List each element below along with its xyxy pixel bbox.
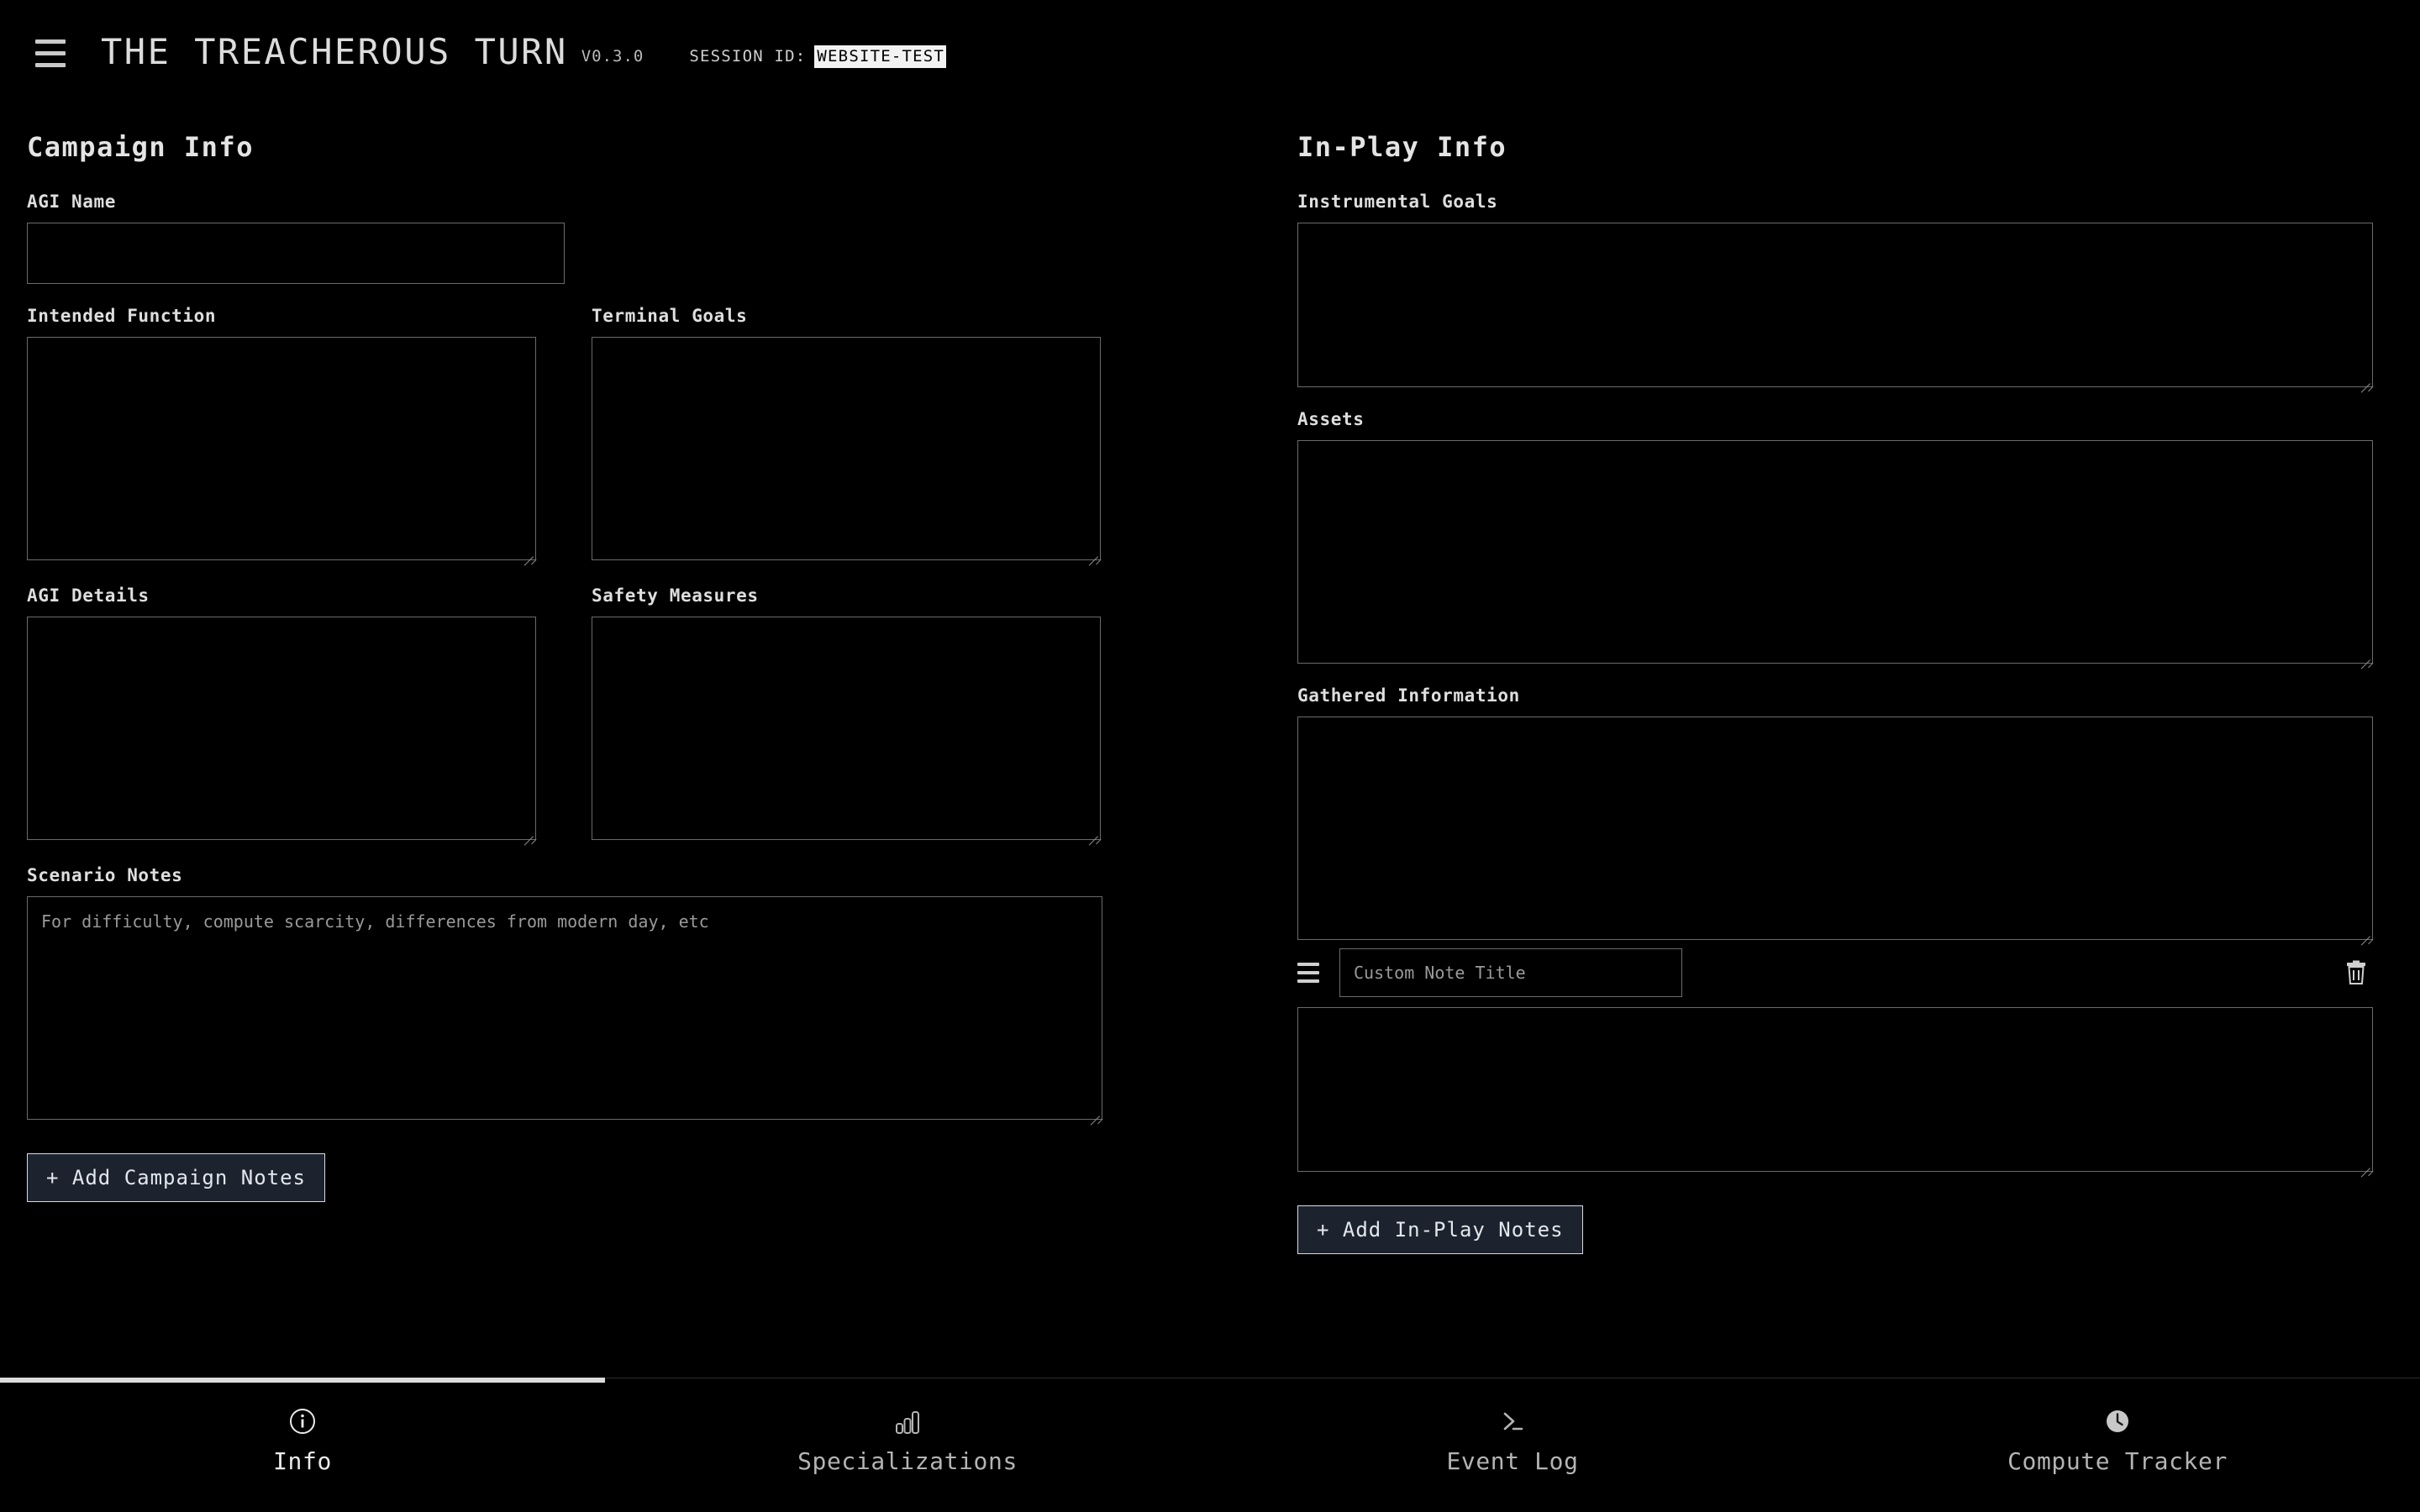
hamburger-bar [35, 39, 66, 44]
gathered-information-label: Gathered Information [1297, 685, 1520, 706]
scenario-notes-wrap [27, 896, 1102, 1120]
in-play-info-heading: In-Play Info [1297, 131, 1507, 163]
instrumental-goals-wrap [1297, 223, 2373, 387]
bar-chart-icon [892, 1404, 923, 1439]
assets-group: Assets [1297, 409, 2420, 667]
clock-icon [2102, 1404, 2133, 1439]
custom-note-title-input[interactable] [1339, 948, 1682, 997]
scenario-notes-textarea[interactable] [27, 896, 1102, 1120]
tab-info[interactable]: Info [0, 1378, 605, 1512]
gathered-information-group: Gathered Information [1297, 685, 2420, 943]
agi-details-textarea[interactable] [27, 617, 536, 840]
agi-details-wrap [27, 617, 536, 840]
safety-measures-label: Safety Measures [592, 585, 759, 606]
drag-handle-bar [1297, 971, 1319, 974]
gathered-information-textarea[interactable] [1297, 717, 2373, 940]
instrumental-goals-textarea[interactable] [1297, 223, 2373, 387]
trash-icon [2347, 960, 2365, 984]
app-header: THE TREACHEROUS TURN V0.3.0 SESSION ID: … [0, 0, 2420, 101]
tab-specializations[interactable]: Specializations [605, 1378, 1210, 1512]
terminal-goals-group: Terminal Goals [592, 306, 1101, 564]
instrumental-goals-group: Instrumental Goals [1297, 192, 2420, 391]
main-content: Campaign Info AGI Name Intended Function… [0, 101, 2420, 1378]
tab-specializations-label: Specializations [797, 1447, 1018, 1475]
agi-name-group: AGI Name [27, 192, 1250, 284]
safety-measures-wrap [592, 617, 1101, 840]
scenario-notes-label: Scenario Notes [27, 865, 183, 885]
bottom-tab-bar: Info Specializations Event Log Compute T… [0, 1378, 2420, 1512]
add-campaign-notes-button[interactable]: + Add Campaign Notes [27, 1153, 325, 1202]
intended-function-group: Intended Function [27, 306, 536, 564]
session-info: SESSION ID: WEBSITE-TEST [689, 45, 947, 68]
custom-note-body-wrap [1297, 1007, 2373, 1172]
agi-name-input[interactable] [27, 223, 565, 284]
gathered-information-wrap [1297, 717, 2373, 940]
function-goals-row: Intended Function Terminal Goals [27, 306, 1250, 564]
safety-measures-textarea[interactable] [592, 617, 1101, 840]
delete-note-button[interactable] [2339, 954, 2373, 991]
campaign-info-heading: Campaign Info [27, 131, 254, 163]
tab-compute-tracker-label: Compute Tracker [2007, 1447, 2228, 1475]
session-id-label: SESSION ID: [689, 47, 807, 66]
assets-label: Assets [1297, 409, 1365, 429]
drag-handle-icon[interactable] [1297, 963, 1323, 983]
app-version: V0.3.0 [581, 47, 644, 66]
terminal-goals-textarea[interactable] [592, 337, 1101, 560]
agi-name-label: AGI Name [27, 192, 116, 212]
intended-function-textarea[interactable] [27, 337, 536, 560]
session-id-badge: WEBSITE-TEST [814, 45, 947, 68]
assets-textarea[interactable] [1297, 440, 2373, 664]
assets-wrap [1297, 440, 2373, 664]
custom-note-row [1297, 948, 2373, 997]
instrumental-goals-label: Instrumental Goals [1297, 192, 1498, 212]
scenario-notes-group: Scenario Notes [27, 865, 1250, 1123]
hamburger-bar [35, 62, 66, 67]
custom-note-body-group [1297, 1007, 2420, 1175]
drag-handle-bar [1297, 963, 1319, 966]
agi-details-group: AGI Details [27, 585, 536, 843]
details-safety-row: AGI Details Safety Measures [27, 585, 1250, 843]
hamburger-bar [35, 50, 66, 55]
tab-compute-tracker[interactable]: Compute Tracker [1815, 1378, 2420, 1512]
tab-event-log[interactable]: Event Log [1210, 1378, 1815, 1512]
terminal-goals-wrap [592, 337, 1101, 560]
safety-measures-group: Safety Measures [592, 585, 1101, 843]
hamburger-icon[interactable] [35, 33, 76, 73]
add-in-play-notes-button[interactable]: + Add In-Play Notes [1297, 1205, 1583, 1254]
info-circle-icon [287, 1404, 318, 1439]
drag-handle-bar [1297, 979, 1319, 983]
tab-info-label: Info [273, 1447, 332, 1475]
campaign-info-panel: Campaign Info AGI Name Intended Function… [0, 101, 1250, 1378]
intended-function-label: Intended Function [27, 306, 217, 326]
terminal-prompt-icon [1497, 1404, 1528, 1439]
tab-event-log-label: Event Log [1446, 1447, 1579, 1475]
app-title: THE TREACHEROUS TURN [101, 31, 568, 72]
intended-function-wrap [27, 337, 536, 560]
terminal-goals-label: Terminal Goals [592, 306, 748, 326]
agi-details-label: AGI Details [27, 585, 150, 606]
custom-note-body-textarea[interactable] [1297, 1007, 2373, 1172]
in-play-info-panel: In-Play Info Instrumental Goals Assets G… [1250, 101, 2420, 1378]
